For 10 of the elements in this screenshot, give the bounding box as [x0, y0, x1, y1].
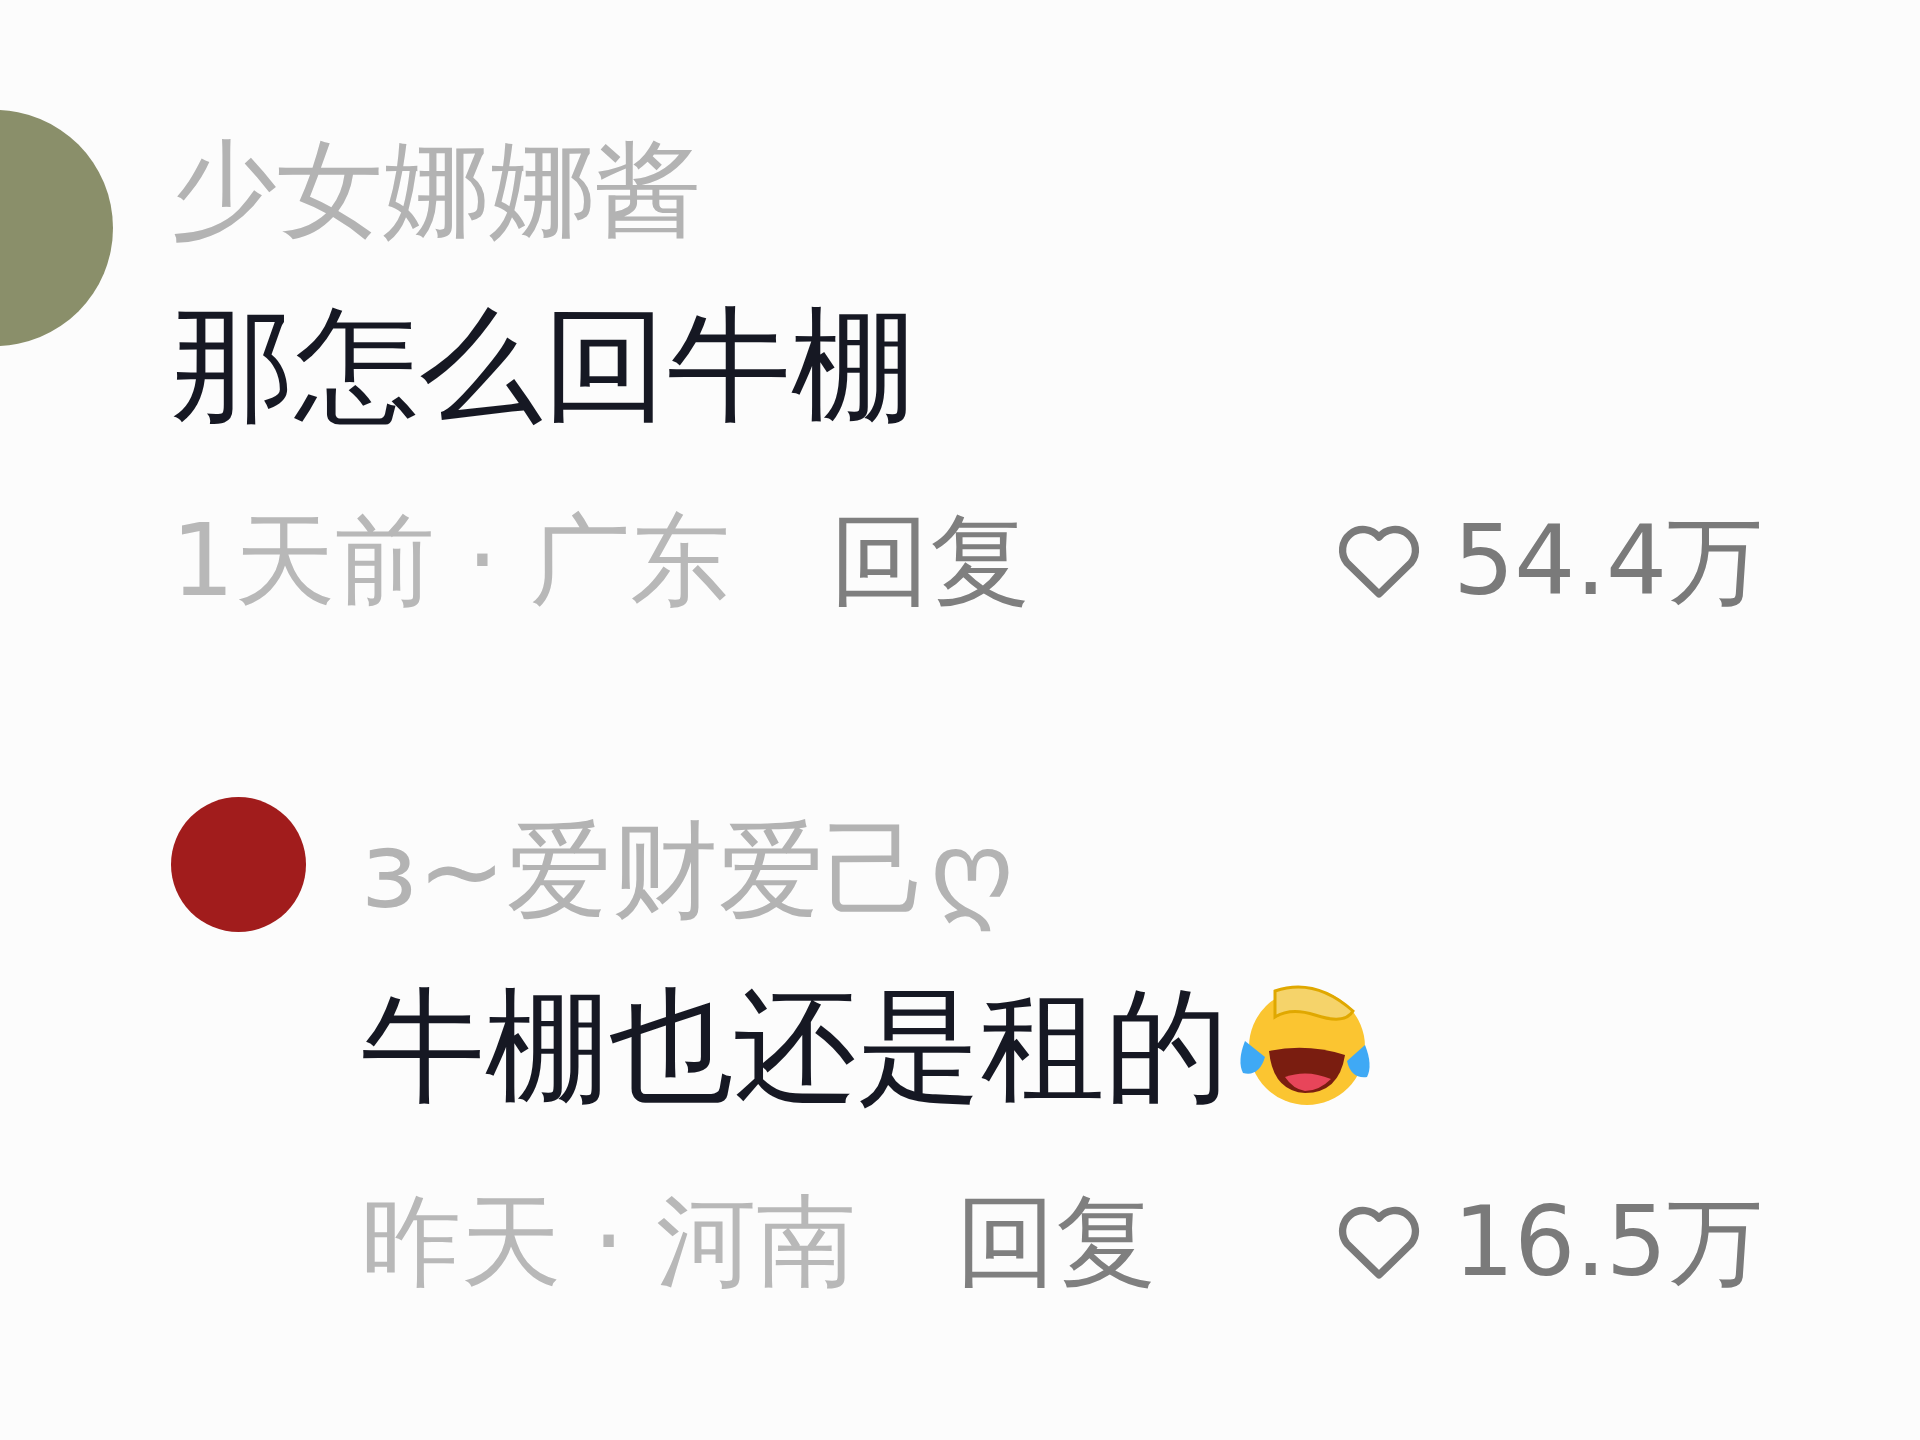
username[interactable]: 少女娜娜酱 [171, 110, 1763, 269]
time-location: 1天前 · 广东 [171, 501, 730, 622]
like-button[interactable]: 54.4万 [1335, 503, 1763, 619]
reply-button[interactable]: 回复 [956, 1182, 1157, 1303]
like-button[interactable]: 16.5万 [1335, 1184, 1763, 1300]
username[interactable]: ɜ~爱财爱己ღ [361, 791, 1763, 951]
comment-text: 牛棚也还是租的 [361, 973, 1229, 1121]
time-location: 昨天 · 河南 [361, 1182, 857, 1303]
comment-text: 那怎么回牛棚 [171, 292, 915, 439]
reply-button[interactable]: 回复 [830, 501, 1030, 622]
